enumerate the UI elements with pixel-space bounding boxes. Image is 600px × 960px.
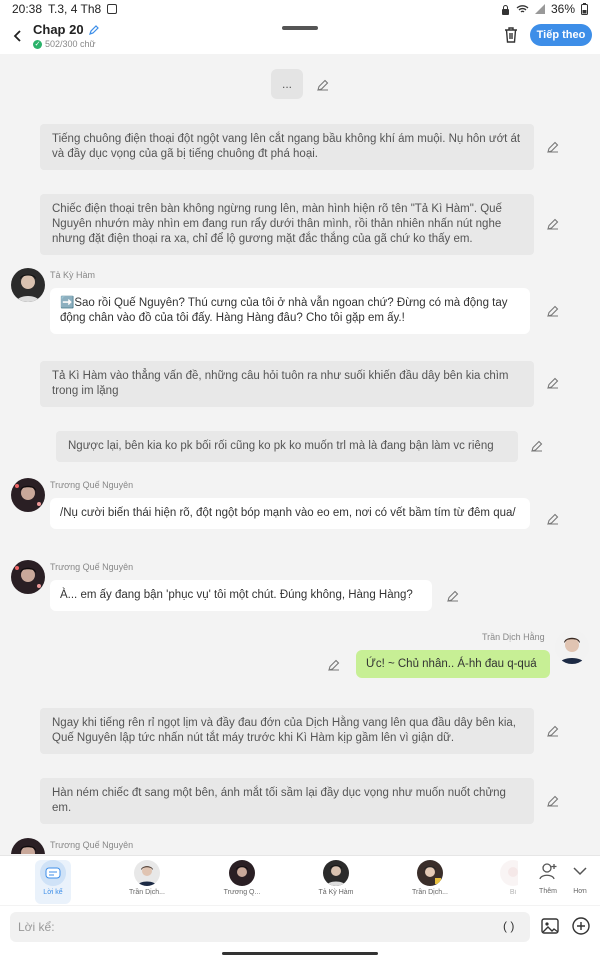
narration-4[interactable]: Ngược lại, bên kia ko pk bối rối cũng ko… bbox=[56, 431, 518, 462]
avatar bbox=[134, 860, 160, 886]
narration-3[interactable]: Tả Kì Hàm vào thẳng vấn đề, những câu hỏ… bbox=[40, 361, 534, 407]
avatar-tran-dich-hang bbox=[555, 630, 589, 664]
narration-1[interactable]: Tiếng chuông điện thoại đột ngột vang lê… bbox=[40, 124, 534, 170]
word-counter: 502/300 chữ bbox=[45, 39, 96, 49]
character-bar: Lời kể Trần Dịch... Trương Q... Tả Kỳ Hà… bbox=[0, 855, 600, 905]
avatar bbox=[229, 860, 255, 886]
character-name: Trương Q... bbox=[223, 889, 261, 896]
dialogue-bubble-self[interactable]: Ức! ~ Chủ nhân.. Á-hh đau q-quá bbox=[356, 650, 550, 678]
status-time: 20:38 bbox=[12, 2, 43, 16]
character-name: Lời kể bbox=[43, 889, 63, 896]
more-label: Hơn bbox=[573, 888, 587, 895]
ellipsis-message[interactable]: ... bbox=[271, 69, 303, 99]
add-character-label: Thêm bbox=[539, 888, 557, 895]
pencil-icon[interactable] bbox=[546, 217, 560, 231]
battery-icon bbox=[581, 3, 588, 15]
back-button[interactable] bbox=[10, 26, 26, 46]
dialogue-bubble-2[interactable]: /Nụ cười biến thái hiện rõ, đột ngột bóp… bbox=[50, 498, 530, 529]
chevron-down-icon bbox=[573, 867, 587, 876]
character-name: Bi bbox=[509, 889, 517, 896]
character-truong-que-nguyen[interactable]: Trương Q... bbox=[212, 860, 272, 904]
add-person-icon bbox=[539, 863, 557, 880]
dialogue-bubble-3[interactable]: À... em ấy đang bận 'phục vụ' tôi một ch… bbox=[50, 580, 432, 611]
narration-5[interactable]: Ngay khi tiếng rên rỉ ngọt lịm và đầy đa… bbox=[40, 708, 534, 754]
battery-percent: 36% bbox=[550, 2, 575, 16]
dialogue-bubble-1[interactable]: ➡️Sao rồi Quế Nguyên? Thú cưng của tôi ở… bbox=[50, 288, 530, 334]
pencil-icon[interactable] bbox=[546, 724, 560, 738]
narration-6[interactable]: Hàn ném chiếc đt sang một bên, ánh mắt t… bbox=[40, 778, 534, 824]
speaker-name: Trương Quế Nguyên bbox=[50, 480, 134, 490]
speaker-name: Trương Quế Nguyên bbox=[50, 840, 134, 850]
drag-handle[interactable] bbox=[282, 26, 318, 30]
character-name: Tả Kỳ Hàm bbox=[318, 889, 354, 896]
pencil-icon[interactable] bbox=[530, 439, 544, 453]
chapter-title: Chap 20 bbox=[33, 22, 84, 37]
character-name: Trần Dịch... bbox=[412, 889, 448, 896]
avatar bbox=[323, 860, 349, 886]
speaker-name: Trương Quế Nguyên bbox=[50, 562, 134, 572]
avatar bbox=[417, 860, 443, 886]
system-nav-bar bbox=[0, 948, 600, 960]
status-date: T.3, 4 Th8 bbox=[48, 2, 102, 16]
composer-bar: ( ) bbox=[0, 906, 600, 948]
story-content[interactable]: ... Tiếng chuông điện thoại đột ngột van… bbox=[0, 54, 600, 854]
parentheses-button[interactable]: ( ) bbox=[503, 919, 514, 933]
pencil-icon[interactable] bbox=[546, 376, 560, 390]
add-icon[interactable] bbox=[571, 916, 591, 936]
avatar-truong-que-nguyen bbox=[11, 560, 45, 594]
pencil-icon[interactable] bbox=[446, 589, 460, 603]
editor-header: Chap 20 ✓ 502/300 chữ Tiếp theo bbox=[0, 18, 600, 54]
narration-2[interactable]: Chiếc điện thoại trên bàn không ngừng ru… bbox=[40, 194, 534, 255]
pencil-icon[interactable] bbox=[546, 794, 560, 808]
edit-title-icon[interactable] bbox=[88, 24, 100, 36]
pencil-icon[interactable] bbox=[327, 658, 341, 672]
avatar-truong-que-nguyen bbox=[11, 838, 45, 854]
next-button[interactable]: Tiếp theo bbox=[530, 24, 592, 46]
narration-input[interactable] bbox=[10, 912, 530, 942]
pencil-icon[interactable] bbox=[546, 304, 560, 318]
signal-icon bbox=[534, 4, 545, 14]
narrator-icon bbox=[40, 860, 66, 886]
image-icon[interactable] bbox=[540, 916, 560, 936]
more-button[interactable]: Hơn bbox=[560, 860, 600, 904]
speaker-name: Tả Kỳ Hàm bbox=[50, 270, 96, 280]
pencil-icon[interactable] bbox=[546, 512, 560, 526]
wifi-icon bbox=[516, 5, 529, 13]
speaker-name-self: Trần Dịch Hằng bbox=[482, 632, 545, 642]
character-ta-ky-ham[interactable]: Tả Kỳ Hàm bbox=[306, 860, 366, 904]
character-narrator[interactable]: Lời kể bbox=[35, 860, 71, 904]
lock-icon bbox=[501, 4, 509, 15]
character-name: Trần Dịch... bbox=[129, 889, 165, 896]
character-tran-dich-hang-2[interactable]: Trần Dịch... bbox=[400, 860, 460, 904]
gallery-icon bbox=[107, 4, 118, 14]
avatar-truong-que-nguyen bbox=[11, 478, 45, 512]
chevron-left-icon bbox=[13, 30, 21, 42]
home-indicator[interactable] bbox=[222, 952, 378, 955]
avatar-ta-ky-ham bbox=[11, 268, 45, 302]
character-tran-dich-hang[interactable]: Trần Dịch... bbox=[117, 860, 177, 904]
status-bar: 20:38 T.3, 4 Th8 36% bbox=[0, 0, 600, 18]
chapter-title-block: Chap 20 ✓ 502/300 chữ bbox=[33, 22, 100, 49]
check-icon: ✓ bbox=[33, 39, 42, 49]
pencil-icon[interactable] bbox=[546, 140, 560, 154]
pencil-icon[interactable] bbox=[316, 78, 330, 92]
trash-icon[interactable] bbox=[503, 26, 519, 44]
